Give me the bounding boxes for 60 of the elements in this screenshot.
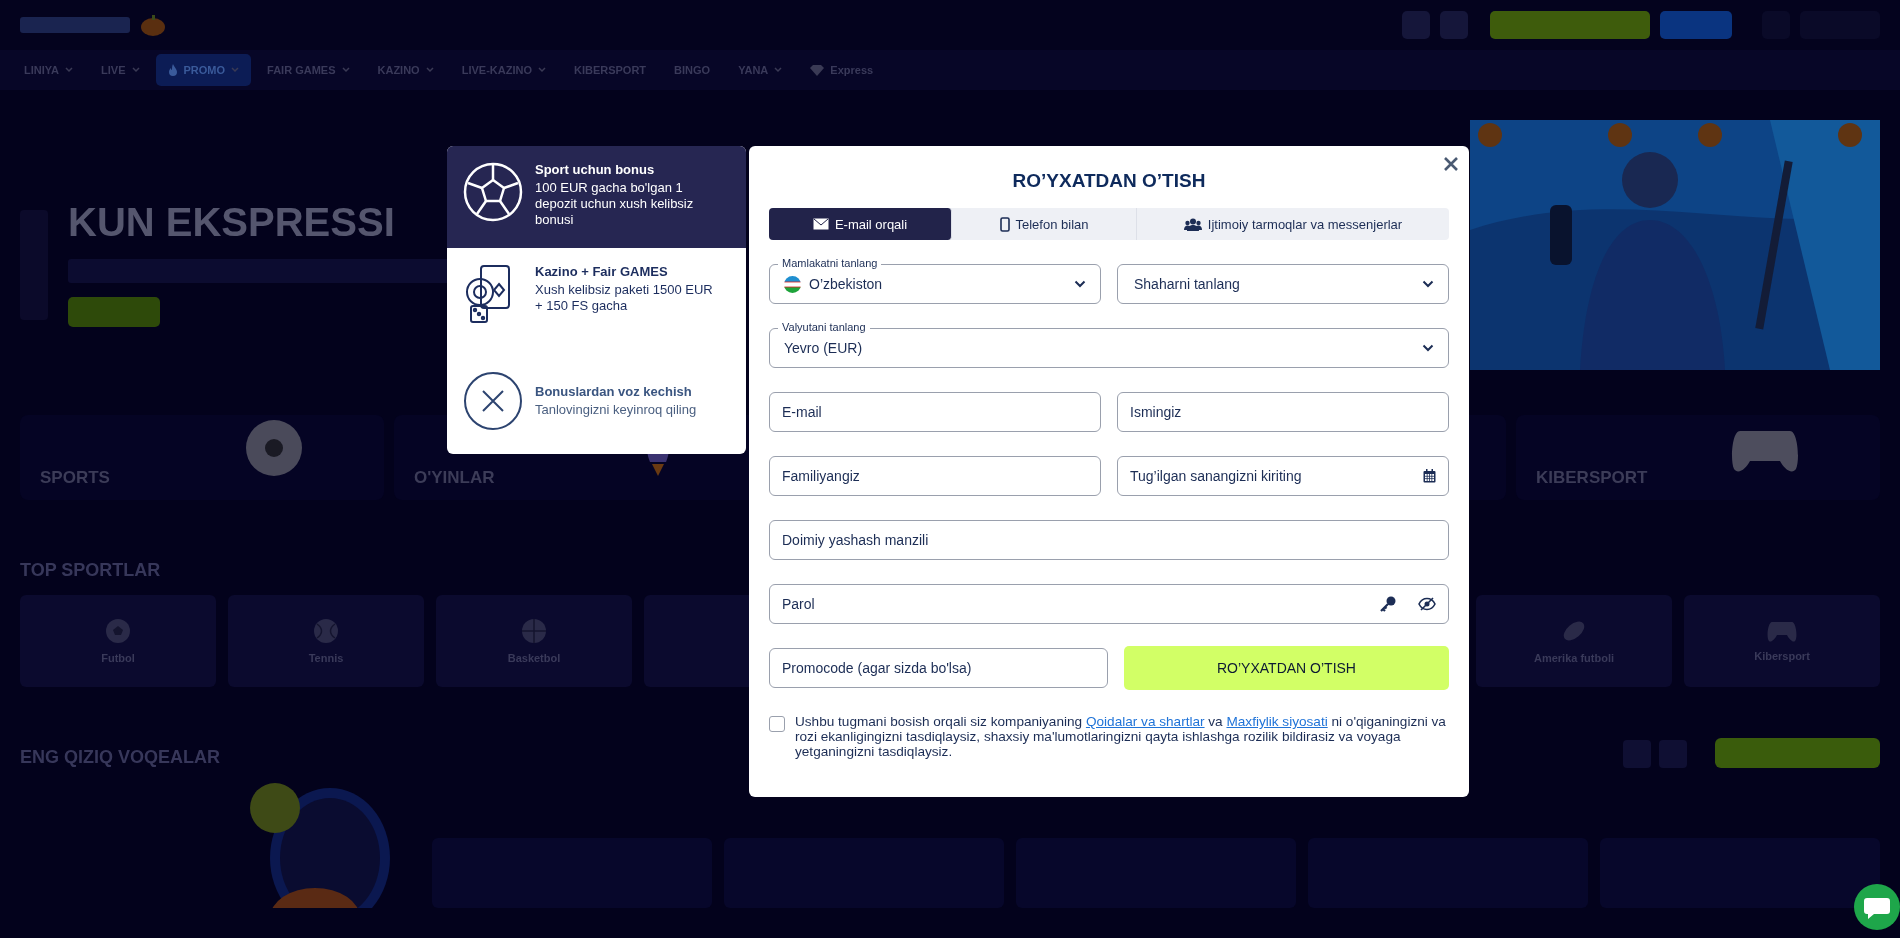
signup-button[interactable] (1490, 11, 1650, 39)
input-field[interactable]: E-mail (769, 392, 1101, 432)
category-card[interactable]: KIBERSPORT (1516, 415, 1880, 500)
fire-icon (167, 64, 178, 76)
consent-text: Ushbu tugmani bosish orqali siz kompaniyaning Qoidalar va shartlar va Maxfiylik siyosati ni o'qiganingizni va rozi ekanligingizni tasdiqlaysiz, shaxsiy ma'lumotlaringizni qayta ishlashga rozilik bildirasiz va voyaga yetganingizni tasdiqlaysiz. (795, 714, 1447, 759)
bonus-text: Xush kelibsiz paketi 1500 EUR + 150 FS gacha (535, 282, 714, 314)
tab[interactable]: Ijtimoiy tarmoqlar va messenjerlar (1137, 208, 1449, 240)
bonus-text: Tanlovingizni keyinroq qiling (535, 402, 698, 418)
key-icon[interactable] (1380, 596, 1396, 612)
terms-link[interactable]: Qoidalar va shartlar (1085, 714, 1205, 729)
date-field[interactable]: Tug’ilgan sanangizni kiriting (1117, 456, 1449, 496)
bonus-title: Bonuslardan voz kechish (535, 384, 693, 399)
phone-icon (999, 216, 1010, 232)
ball-icon (463, 162, 523, 222)
match-card[interactable] (1600, 838, 1880, 908)
chat-icon[interactable] (1854, 884, 1900, 930)
tab[interactable]: E-mail orqali (769, 208, 952, 240)
consent-checkbox[interactable] (769, 716, 785, 732)
bonus-option[interactable]: Sport uchun bonus 100 EUR gacha bo'lgan 1 depozit uchun xush kelibsiz bonusi (447, 146, 746, 248)
close-circle-icon (463, 371, 523, 431)
calendar-icon[interactable] (1423, 469, 1436, 483)
basketball-icon (521, 618, 547, 644)
section-title: TOP SPORTLAR (20, 560, 162, 581)
chevron-icon (1422, 280, 1434, 288)
input-field[interactable]: Doimiy yashash manzili (769, 520, 1449, 560)
bonus-title: Kazino + Fair GAMES (535, 264, 669, 279)
register-button[interactable]: RO’YXATDAN O’TISH (1124, 646, 1449, 690)
tab[interactable]: Telefon bilan (952, 208, 1137, 240)
login-button[interactable] (1660, 11, 1732, 39)
bonus-text: 100 EUR gacha bo'lgan 1 depozit uchun xush kelibsiz bonusi (535, 180, 695, 228)
football-icon (105, 618, 131, 644)
input-field[interactable]: Ismingiz (1117, 392, 1449, 432)
nav-tab[interactable]: PROMO (155, 54, 252, 86)
logo-icon[interactable] (20, 17, 130, 33)
input-field[interactable]: Familiyangiz (769, 456, 1101, 496)
date-input[interactable]: Tug’ilgan sanangizni kiriting (1130, 468, 1401, 484)
password-field[interactable]: Parol (769, 584, 1449, 624)
section-title: ENG QIZIQ VOQEALAR (20, 747, 220, 768)
tennis-ball-icon (313, 618, 339, 644)
header-button[interactable] (1402, 11, 1430, 39)
banner-title: KUN EKSPRESSI (68, 200, 396, 245)
privacy-link[interactable]: Maxfiylik siyosati (1226, 714, 1328, 729)
diamond-icon (810, 64, 825, 76)
ball-icon (244, 417, 304, 478)
password-input[interactable]: Parol (782, 596, 1358, 612)
hidden-eye-icon[interactable] (1418, 597, 1436, 611)
people-icon (1183, 217, 1202, 231)
category-card[interactable]: SPORTS (20, 415, 384, 500)
gamepad-icon (1767, 620, 1797, 642)
envelope-icon (812, 218, 829, 230)
bonus-option[interactable]: Kazino + Fair GAMES Xush kelibsiz paketi 1500 EUR + 150 FS gacha (447, 248, 746, 350)
chevron-icon (1074, 280, 1086, 288)
pumpkin-icon (140, 13, 166, 37)
dialog-title: RO’YXATDAN O’TISH (1012, 170, 1206, 192)
chevron-icon (1422, 344, 1434, 352)
gift-button[interactable] (1440, 11, 1468, 39)
banner-button[interactable] (68, 297, 160, 327)
all-events-button[interactable] (1715, 738, 1880, 768)
input-field[interactable]: Promocode (agar sizda bo'lsa) (769, 648, 1108, 688)
bonus-title: Sport uchun bonus (535, 162, 656, 177)
